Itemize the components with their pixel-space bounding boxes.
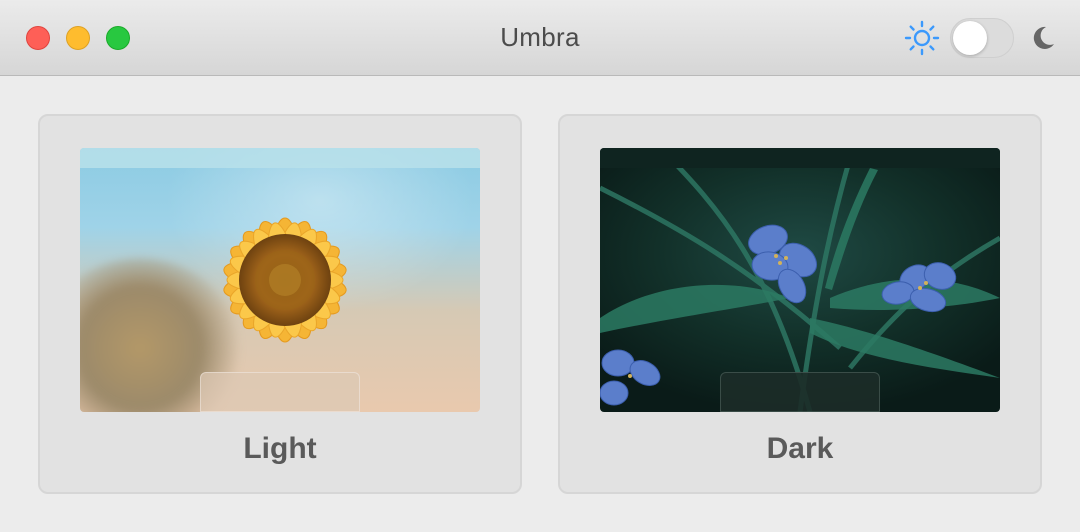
preview-dock	[200, 372, 360, 412]
moon-icon	[1033, 26, 1054, 49]
light-label: Light	[243, 432, 317, 465]
appearance-toggle[interactable]	[950, 18, 1014, 58]
dark-label: Dark	[766, 432, 834, 465]
sun-icon	[904, 20, 940, 56]
umbra-window: Umbra Light Dark	[0, 0, 1080, 532]
sunflower-image	[223, 217, 347, 343]
dark-wallpaper-preview	[600, 148, 1000, 412]
preview-menu-bar	[80, 148, 480, 168]
toggle-knob	[953, 21, 987, 55]
preview-menu-bar	[600, 148, 1000, 168]
light-wallpaper-preview	[80, 148, 480, 412]
title-bar: Umbra	[0, 0, 1080, 76]
preview-dock	[720, 372, 880, 412]
dark-mode-card[interactable]: Dark	[558, 114, 1042, 494]
light-mode-card[interactable]: Light	[38, 114, 522, 494]
